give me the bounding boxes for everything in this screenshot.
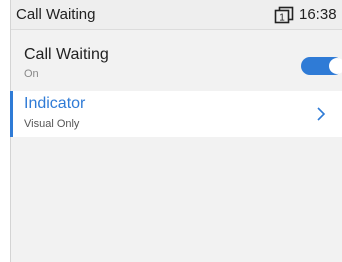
chevron-right-icon <box>317 107 326 121</box>
line-number: 1 <box>279 13 285 24</box>
setting-indicator[interactable]: Indicator Visual Only <box>10 91 342 137</box>
toggle-knob <box>329 58 342 74</box>
setting-call-waiting[interactable]: Call Waiting On <box>11 42 342 90</box>
setting-label: Call Waiting <box>24 46 109 63</box>
line-key-icon: 1 <box>274 6 294 24</box>
setting-value: On <box>24 68 39 80</box>
title-bar: Call Waiting 1 16:38 <box>11 0 342 30</box>
setting-value: Visual Only <box>24 118 80 130</box>
page-title: Call Waiting <box>16 6 96 23</box>
phone-screen: Call Waiting 1 16:38 Call Waiting On Ind… <box>0 0 342 262</box>
selection-accent <box>10 91 13 137</box>
call-waiting-toggle[interactable] <box>301 57 342 75</box>
settings-page: Call Waiting 1 16:38 Call Waiting On Ind… <box>10 0 342 262</box>
screen-bezel <box>0 0 10 262</box>
status-clock: 16:38 <box>299 6 337 23</box>
setting-label: Indicator <box>24 95 86 112</box>
